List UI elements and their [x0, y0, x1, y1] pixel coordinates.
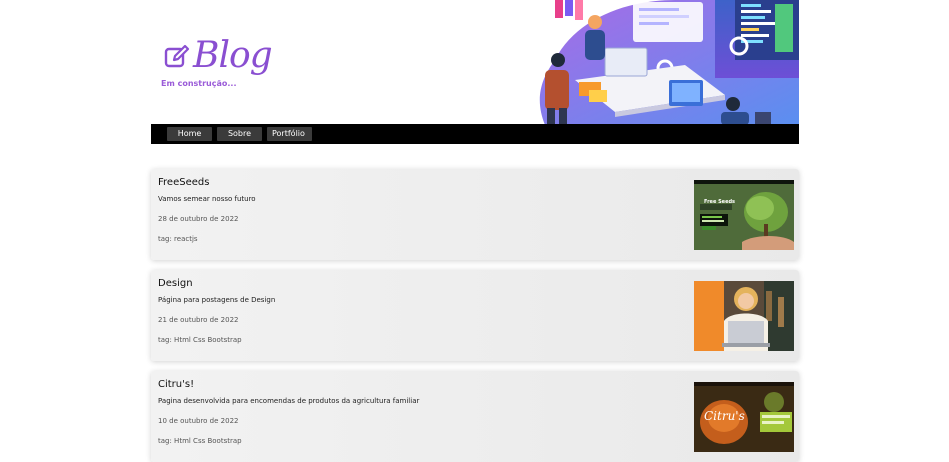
post-tag: tag: Html Css Bootstrap [158, 437, 242, 445]
post-tag: tag: reactjs [158, 235, 198, 243]
nav-portfolio-button[interactable]: Portfólio [267, 127, 312, 141]
post-card[interactable]: FreeSeeds Vamos semear nosso futuro 28 d… [151, 169, 799, 260]
post-description: Página para postagens de Design [158, 296, 276, 304]
header: Blog Em construção... [151, 0, 799, 125]
post-date: 10 de outubro de 2022 [158, 417, 239, 425]
nav-home-button[interactable]: Home [167, 127, 212, 141]
edit-icon [163, 42, 191, 70]
post-date: 21 de outubro de 2022 [158, 316, 239, 324]
post-description: Vamos semear nosso futuro [158, 195, 256, 203]
page: Blog Em construção... Home Sobre Portfól… [0, 0, 949, 462]
logo[interactable]: Blog [163, 35, 273, 76]
post-date: 28 de outubro de 2022 [158, 215, 239, 223]
post-thumbnail[interactable]: Citru's [694, 382, 794, 452]
post-title[interactable]: Design [158, 278, 193, 289]
post-card[interactable]: Design Página para postagens de Design 2… [151, 270, 799, 361]
post-title[interactable]: FreeSeeds [158, 177, 209, 188]
post-description: Pagina desenvolvida para encomendas de p… [158, 397, 420, 405]
logo-text: Blog [193, 35, 273, 76]
post-thumbnail[interactable]: Free Seeds [694, 180, 794, 250]
post-thumbnail[interactable] [694, 281, 794, 351]
thumbnail-caption: Citru's [704, 409, 745, 423]
post-title[interactable]: Citru's! [158, 379, 194, 390]
thumbnail-caption: Free Seeds [704, 199, 736, 205]
post-card[interactable]: Citru's! Pagina desenvolvida para encome… [151, 371, 799, 462]
main-nav: Home Sobre Portfólio [151, 124, 799, 144]
site-subtitle: Em construção... [161, 79, 237, 88]
post-tag: tag: Html Css Bootstrap [158, 336, 242, 344]
nav-about-button[interactable]: Sobre [217, 127, 262, 141]
hero-illustration [535, 0, 799, 125]
